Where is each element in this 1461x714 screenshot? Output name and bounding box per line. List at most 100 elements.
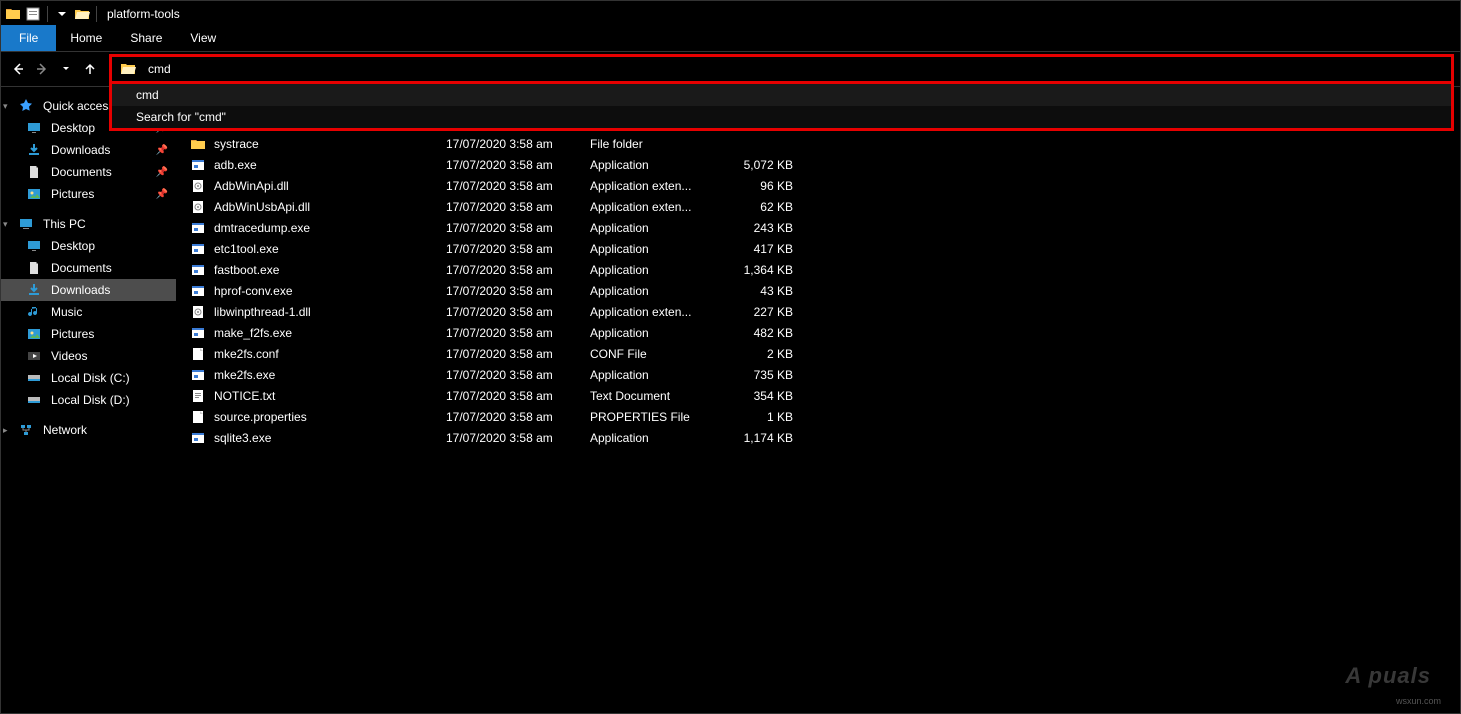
sidebar-item-pictures[interactable]: Pictures 📌 bbox=[1, 183, 176, 205]
file-size: 354 KB bbox=[718, 389, 793, 403]
file-name: hprof-conv.exe bbox=[214, 284, 446, 298]
file-type: Application bbox=[590, 368, 718, 382]
history-dropdown-icon[interactable] bbox=[55, 58, 77, 80]
file-type: Application exten... bbox=[590, 179, 718, 193]
explorer-window: platform-tools File Home Share View bbox=[0, 0, 1461, 714]
sidebar-this-pc[interactable]: ▾ This PC bbox=[1, 213, 176, 235]
file-size: 43 KB bbox=[718, 284, 793, 298]
file-row[interactable]: source.properties17/07/2020 3:58 amPROPE… bbox=[176, 406, 1460, 427]
sidebar-item-downloads[interactable]: Downloads 📌 bbox=[1, 139, 176, 161]
sidebar-label: Downloads bbox=[51, 283, 110, 297]
file-name: systrace bbox=[214, 137, 446, 151]
exe-icon bbox=[188, 283, 208, 299]
file-row[interactable]: dmtracedump.exe17/07/2020 3:58 amApplica… bbox=[176, 217, 1460, 238]
file-name: sqlite3.exe bbox=[214, 431, 446, 445]
file-row[interactable]: AdbWinUsbApi.dll17/07/2020 3:58 amApplic… bbox=[176, 196, 1460, 217]
file-date: 17/07/2020 3:58 am bbox=[446, 221, 590, 235]
file-date: 17/07/2020 3:58 am bbox=[446, 326, 590, 340]
navigation-bar: cmd Search for "cmd" bbox=[1, 52, 1460, 87]
file-row[interactable]: make_f2fs.exe17/07/2020 3:58 amApplicati… bbox=[176, 322, 1460, 343]
sidebar-network[interactable]: ▸ Network bbox=[1, 419, 176, 441]
exe-icon bbox=[188, 325, 208, 341]
file-row[interactable]: etc1tool.exe17/07/2020 3:58 amApplicatio… bbox=[176, 238, 1460, 259]
suggestion-search[interactable]: Search for "cmd" bbox=[112, 106, 1451, 128]
forward-button[interactable] bbox=[31, 58, 53, 80]
file-name: AdbWinUsbApi.dll bbox=[214, 200, 446, 214]
folder-open-icon[interactable] bbox=[74, 6, 90, 22]
sidebar-label: Desktop bbox=[51, 121, 95, 135]
up-button[interactable] bbox=[79, 58, 101, 80]
file-type: Application bbox=[590, 242, 718, 256]
address-bar-container: cmd Search for "cmd" bbox=[109, 54, 1454, 84]
file-row[interactable]: fastboot.exe17/07/2020 3:58 amApplicatio… bbox=[176, 259, 1460, 280]
file-size: 62 KB bbox=[718, 200, 793, 214]
document-icon bbox=[25, 260, 43, 276]
file-date: 17/07/2020 3:58 am bbox=[446, 431, 590, 445]
address-suggestions: cmd Search for "cmd" bbox=[109, 84, 1454, 131]
sidebar-item-desktop[interactable]: Desktop bbox=[1, 235, 176, 257]
desktop-icon bbox=[25, 238, 43, 254]
address-bar[interactable] bbox=[109, 54, 1454, 84]
file-icon bbox=[188, 346, 208, 362]
sidebar-item-pictures[interactable]: Pictures bbox=[1, 323, 176, 345]
file-date: 17/07/2020 3:58 am bbox=[446, 284, 590, 298]
file-name: mke2fs.exe bbox=[214, 368, 446, 382]
txt-icon bbox=[188, 388, 208, 404]
file-date: 17/07/2020 3:58 am bbox=[446, 347, 590, 361]
tab-home[interactable]: Home bbox=[56, 25, 116, 51]
tab-view[interactable]: View bbox=[176, 25, 230, 51]
file-date: 17/07/2020 3:58 am bbox=[446, 158, 590, 172]
sidebar-label: Documents bbox=[51, 165, 112, 179]
file-size: 482 KB bbox=[718, 326, 793, 340]
exe-icon bbox=[188, 430, 208, 446]
back-button[interactable] bbox=[7, 58, 29, 80]
chevron-down-icon[interactable]: ▾ bbox=[3, 219, 8, 230]
tab-share[interactable]: Share bbox=[116, 25, 176, 51]
sidebar-label: Desktop bbox=[51, 239, 95, 253]
drive-icon bbox=[25, 370, 43, 386]
sidebar-label: Local Disk (C:) bbox=[51, 371, 130, 385]
picture-icon bbox=[25, 186, 43, 202]
chevron-down-icon[interactable]: ▾ bbox=[3, 101, 8, 112]
navigation-pane: ▾ Quick access Desktop 📌 Downloads 📌 Doc… bbox=[1, 87, 176, 713]
drive-icon bbox=[25, 392, 43, 408]
sidebar-label: Pictures bbox=[51, 187, 94, 201]
qat-dropdown-icon[interactable] bbox=[54, 6, 70, 22]
file-size: 243 KB bbox=[718, 221, 793, 235]
file-list[interactable]: api17/07/2020 3:58 amFile folderlib6417/… bbox=[176, 87, 1460, 713]
file-row[interactable]: mke2fs.conf17/07/2020 3:58 amCONF File2 … bbox=[176, 343, 1460, 364]
sidebar-item-downloads[interactable]: Downloads bbox=[1, 279, 176, 301]
file-name: source.properties bbox=[214, 410, 446, 424]
watermark: wsxun.com bbox=[1396, 696, 1441, 706]
file-row[interactable]: NOTICE.txt17/07/2020 3:58 amText Documen… bbox=[176, 385, 1460, 406]
file-row[interactable]: adb.exe17/07/2020 3:58 amApplication5,07… bbox=[176, 154, 1460, 175]
exe-icon bbox=[188, 220, 208, 236]
address-input[interactable] bbox=[144, 60, 1451, 78]
file-type: CONF File bbox=[590, 347, 718, 361]
file-size: 1 KB bbox=[718, 410, 793, 424]
sidebar-item-disk-d[interactable]: Local Disk (D:) bbox=[1, 389, 176, 411]
file-date: 17/07/2020 3:58 am bbox=[446, 179, 590, 193]
file-row[interactable]: systrace17/07/2020 3:58 amFile folder bbox=[176, 133, 1460, 154]
file-row[interactable]: AdbWinApi.dll17/07/2020 3:58 amApplicati… bbox=[176, 175, 1460, 196]
file-name: adb.exe bbox=[214, 158, 446, 172]
address-folder-icon bbox=[116, 61, 140, 77]
pc-icon bbox=[17, 216, 35, 232]
file-row[interactable]: libwinpthread-1.dll17/07/2020 3:58 amApp… bbox=[176, 301, 1460, 322]
sidebar-item-music[interactable]: Music bbox=[1, 301, 176, 323]
tab-file[interactable]: File bbox=[1, 25, 56, 51]
sidebar-item-documents[interactable]: Documents bbox=[1, 257, 176, 279]
file-row[interactable]: mke2fs.exe17/07/2020 3:58 amApplication7… bbox=[176, 364, 1460, 385]
file-row[interactable]: sqlite3.exe17/07/2020 3:58 amApplication… bbox=[176, 427, 1460, 448]
sidebar-label: Local Disk (D:) bbox=[51, 393, 130, 407]
properties-icon[interactable] bbox=[25, 6, 41, 22]
sidebar-item-documents[interactable]: Documents 📌 bbox=[1, 161, 176, 183]
file-size: 1,364 KB bbox=[718, 263, 793, 277]
sidebar-item-disk-c[interactable]: Local Disk (C:) bbox=[1, 367, 176, 389]
file-row[interactable]: hprof-conv.exe17/07/2020 3:58 amApplicat… bbox=[176, 280, 1460, 301]
chevron-right-icon[interactable]: ▸ bbox=[3, 425, 8, 436]
suggestion-cmd[interactable]: cmd bbox=[112, 84, 1451, 106]
music-icon bbox=[25, 304, 43, 320]
window-title: platform-tools bbox=[107, 7, 180, 21]
sidebar-item-videos[interactable]: Videos bbox=[1, 345, 176, 367]
